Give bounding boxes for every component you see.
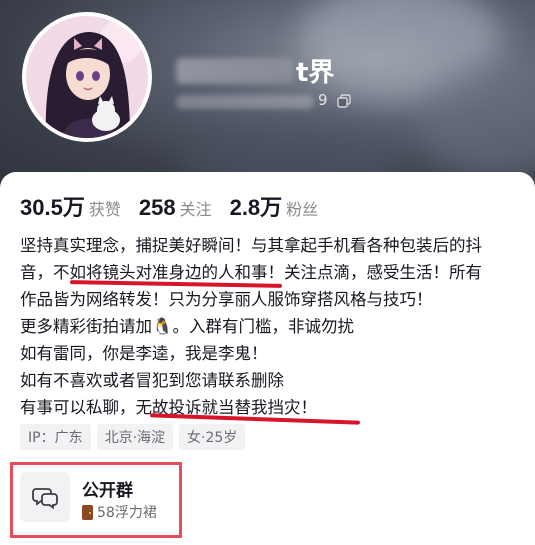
gender-age-tag: 女·25岁: [179, 424, 246, 450]
bio-line: 更多精彩街拍请加🐧。入群有门槛，非诚勿扰: [20, 317, 355, 336]
location-tag[interactable]: 北京·海淀: [96, 424, 174, 450]
following-count[interactable]: 258: [139, 195, 176, 221]
door-icon: [82, 504, 93, 520]
group-title[interactable]: 公开群: [82, 476, 133, 501]
blurred-user-id: [176, 95, 314, 109]
chat-group-icon: [32, 488, 58, 509]
user-id-visible-tail: 9: [318, 91, 328, 109]
group-chat-entry-icon-box[interactable]: [20, 472, 70, 522]
username-visible-tail: t界: [296, 58, 335, 88]
bio-line: 如有雷同，你是李逵，我是李鬼！: [20, 344, 268, 363]
following-label[interactable]: 关注: [180, 196, 212, 220]
bio: 坚持真实理念，捕捉美好瞬间！与其拿起手机看各种包装后的抖 音，不如将镜头对准身边…: [20, 232, 520, 421]
followers-label[interactable]: 粉丝: [286, 196, 318, 220]
bio-line: 坚持真实理念，捕捉美好瞬间！与其拿起手机看各种包装后的抖: [20, 236, 482, 255]
group-subtitle[interactable]: 58浮力裙: [82, 502, 157, 522]
likes-count[interactable]: 30.5万: [20, 190, 85, 222]
likes-label[interactable]: 获赞: [89, 196, 121, 220]
group-subtitle-text: 58浮力裙: [97, 505, 157, 521]
avatar-illustration: [26, 16, 148, 138]
blurred-username: [176, 58, 294, 84]
stats-row: 30.5万 获赞 258 关注 2.8万 粉丝: [20, 190, 336, 222]
copy-icon[interactable]: [337, 94, 351, 108]
followers-count[interactable]: 2.8万: [230, 190, 283, 222]
ip-location-tag: IP：广东: [20, 424, 91, 450]
bio-line: 作品皆为网络转发！只为分享丽人服饰穿搭风格与技巧！: [20, 290, 433, 309]
info-tags: IP：广东 北京·海淀 女·25岁: [20, 424, 246, 450]
avatar[interactable]: [22, 12, 152, 142]
bio-line: 如有不喜欢或者冒犯到您请联系删除: [20, 371, 284, 390]
